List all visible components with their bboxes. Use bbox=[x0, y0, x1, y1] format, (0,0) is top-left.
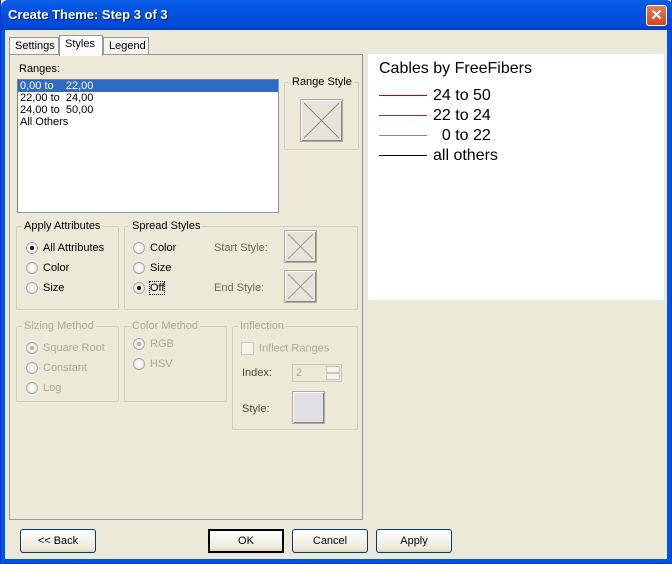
radio-color[interactable]: Color bbox=[26, 262, 69, 275]
radio-indicator bbox=[26, 242, 38, 255]
radio-spread-off[interactable]: Off bbox=[133, 281, 166, 295]
ok-button[interactable]: OK bbox=[208, 529, 284, 553]
radio-indicator bbox=[133, 282, 145, 295]
apply-button[interactable]: Apply bbox=[376, 529, 452, 553]
checkbox-box bbox=[241, 342, 254, 355]
radio-indicator bbox=[26, 362, 38, 375]
empty-style-icon bbox=[288, 234, 313, 259]
radio-size[interactable]: Size bbox=[26, 282, 64, 295]
list-item[interactable]: 22,00 to 24,00 bbox=[18, 92, 278, 104]
list-item[interactable]: 0,00 to 22,00 bbox=[18, 80, 278, 92]
sizing-method-label: Sizing Method bbox=[22, 320, 96, 332]
legend-entry: 22 to 24 bbox=[379, 107, 491, 127]
color-method-label: Color Method bbox=[130, 320, 201, 332]
spread-styles-label: Spread Styles bbox=[130, 220, 203, 232]
radio-indicator bbox=[26, 382, 38, 395]
cancel-button[interactable]: Cancel bbox=[292, 529, 368, 553]
inflect-ranges-checkbox: Inflect Ranges bbox=[241, 342, 329, 355]
radio-indicator bbox=[133, 262, 145, 275]
end-style-button[interactable] bbox=[284, 270, 317, 303]
title-bar[interactable]: Create Theme: Step 3 of 3 ✕ bbox=[1, 0, 672, 30]
end-style-label: End Style: bbox=[214, 282, 265, 294]
list-item[interactable]: All Others bbox=[18, 116, 278, 128]
window-frame-left bbox=[1, 30, 5, 564]
empty-style-icon bbox=[304, 103, 339, 138]
index-label: Index: bbox=[242, 367, 272, 379]
window-frame-right bbox=[667, 30, 671, 564]
close-icon[interactable]: ✕ bbox=[646, 5, 667, 26]
ranges-label: Ranges: bbox=[19, 63, 60, 75]
radio-all-attributes[interactable]: All Attributes bbox=[26, 242, 104, 255]
create-theme-dialog: Create Theme: Step 3 of 3 ✕ Settings Sty… bbox=[0, 0, 672, 564]
back-button[interactable]: << Back bbox=[20, 529, 96, 553]
empty-style-icon bbox=[288, 274, 313, 299]
radio-hsv: HSV bbox=[133, 358, 173, 371]
start-style-label: Start Style: bbox=[214, 242, 268, 254]
radio-constant: Constant bbox=[26, 362, 87, 375]
radio-spread-size[interactable]: Size bbox=[133, 262, 171, 275]
radio-indicator bbox=[133, 358, 145, 371]
range-style-button[interactable] bbox=[300, 99, 343, 142]
radio-spread-color[interactable]: Color bbox=[133, 242, 176, 255]
tab-legend[interactable]: Legend bbox=[103, 37, 149, 55]
line-swatch bbox=[379, 115, 427, 117]
spin-down-icon bbox=[326, 373, 340, 380]
range-style-label: Range Style bbox=[290, 76, 354, 88]
line-swatch bbox=[379, 95, 427, 97]
radio-indicator bbox=[133, 242, 145, 255]
line-swatch bbox=[379, 135, 427, 137]
radio-log: Log bbox=[26, 382, 61, 395]
window-frame-bottom bbox=[1, 559, 672, 563]
start-style-button[interactable] bbox=[284, 230, 317, 263]
preview-title: Cables by FreeFibers bbox=[379, 60, 532, 77]
radio-indicator bbox=[26, 342, 38, 355]
ranges-listbox[interactable]: 0,00 to 22,00 22,00 to 24,00 24,00 to 50… bbox=[17, 79, 279, 213]
inflection-label: Inflection bbox=[238, 320, 287, 332]
radio-indicator bbox=[26, 282, 38, 295]
inflection-style-button[interactable] bbox=[292, 391, 325, 424]
apply-attributes-label: Apply Attributes bbox=[22, 220, 103, 232]
legend-entry: all others bbox=[379, 147, 498, 167]
line-swatch bbox=[379, 155, 427, 157]
radio-rgb: RGB bbox=[133, 338, 174, 351]
tab-settings[interactable]: Settings bbox=[9, 37, 59, 55]
radio-square-root: Square Root bbox=[26, 342, 105, 355]
index-spinner: 2 bbox=[292, 364, 342, 382]
spin-up-icon bbox=[326, 366, 340, 373]
window-title: Create Theme: Step 3 of 3 bbox=[8, 7, 168, 22]
legend-entry: 24 to 50 bbox=[379, 87, 491, 107]
radio-indicator bbox=[133, 338, 145, 351]
inflection-style-label: Style: bbox=[242, 403, 270, 415]
tab-styles[interactable]: Styles bbox=[59, 35, 103, 56]
list-item[interactable]: 24,00 to 50,00 bbox=[18, 104, 278, 116]
legend-entry: 0 to 22 bbox=[379, 127, 491, 147]
radio-indicator bbox=[26, 262, 38, 275]
legend-preview: Cables by FreeFibers 24 to 50 22 to 24 0… bbox=[368, 54, 664, 300]
